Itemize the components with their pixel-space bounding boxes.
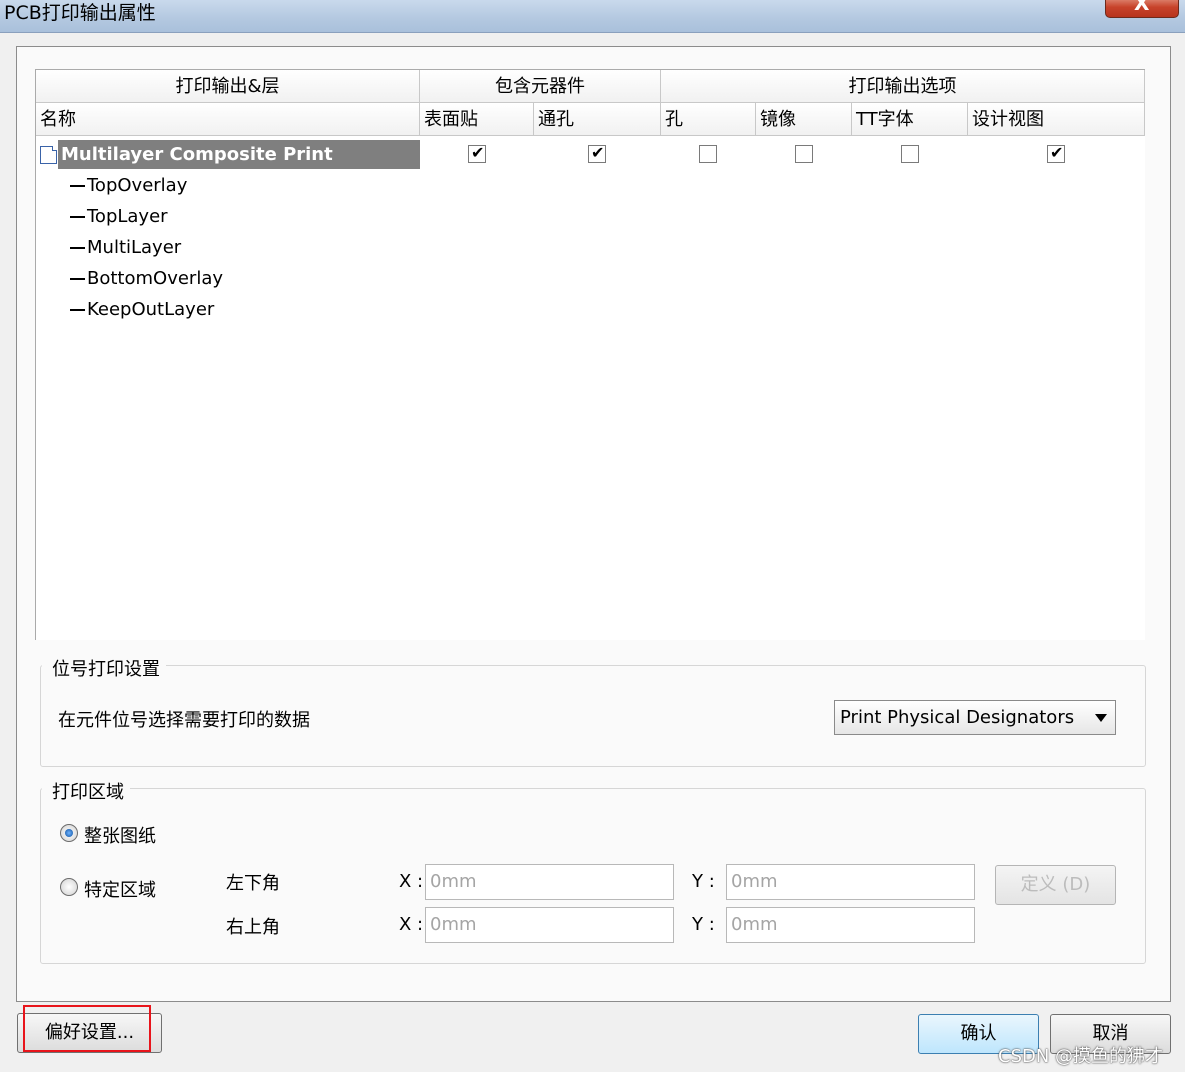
checkbox-tt-fonts[interactable]	[901, 145, 919, 163]
window-title: PCB打印输出属性	[4, 2, 156, 24]
chevron-down-icon	[1095, 714, 1107, 722]
designator-dropdown-value: Print Physical Designators	[840, 707, 1075, 728]
lower-left-y-field[interactable]: 0mm	[726, 864, 975, 900]
column-header-through-hole[interactable]: 通孔	[534, 103, 661, 136]
designator-description: 在元件位号选择需要打印的数据	[58, 710, 310, 731]
upper-right-x-label: X :	[399, 914, 424, 935]
layer-label: KeepOutLayer	[87, 299, 215, 320]
group-header-print-layers[interactable]: 打印输出&层	[36, 70, 420, 103]
upper-right-label: 右上角	[226, 917, 280, 938]
layer-label: TopOverlay	[87, 175, 188, 196]
tree-line-icon	[70, 247, 85, 249]
tree-line-icon	[70, 185, 85, 187]
highlight-annotation-box	[23, 1005, 151, 1052]
printout-name[interactable]: Multilayer Composite Print	[61, 140, 333, 169]
tree-line-icon	[70, 278, 85, 280]
check-mark-icon: ✔	[1050, 143, 1064, 162]
radio-whole-sheet-label[interactable]: 整张图纸	[84, 822, 156, 848]
check-mark-icon: ✔	[471, 143, 485, 162]
title-bar: PCB打印输出属性 X	[0, 0, 1185, 33]
checkbox-through-hole[interactable]: ✔	[588, 143, 606, 163]
layer-label: BottomOverlay	[87, 268, 224, 289]
document-icon	[40, 146, 57, 164]
tree-line-icon	[70, 309, 85, 311]
print-layers-grid: 打印输出&层 包含元器件 打印输出选项 名称 表面贴 通孔 孔 镜像 TT字体 …	[35, 69, 1145, 640]
lower-left-x-label: X :	[399, 871, 424, 892]
column-header-smd[interactable]: 表面贴	[420, 103, 534, 136]
column-header-name[interactable]: 名称	[36, 103, 420, 136]
designator-group-title: 位号打印设置	[42, 655, 166, 681]
lower-left-y-label: Y :	[692, 871, 715, 892]
column-header-holes[interactable]: 孔	[661, 103, 756, 136]
checkbox-design-view[interactable]: ✔	[1047, 143, 1065, 163]
tree-line-icon	[70, 216, 85, 218]
radio-specific-area[interactable]	[60, 878, 78, 896]
lower-left-label: 左下角	[226, 873, 280, 894]
check-mark-icon: ✔	[591, 143, 605, 162]
define-button[interactable]: 定义 (D)	[995, 865, 1116, 905]
column-header-tt-fonts[interactable]: TT字体	[852, 103, 968, 136]
group-header-components[interactable]: 包含元器件	[420, 70, 661, 103]
upper-right-y-label: Y :	[692, 914, 715, 935]
designator-dropdown[interactable]: Print Physical Designators	[834, 700, 1116, 735]
radio-dot-icon	[65, 829, 73, 837]
checkbox-mirror[interactable]	[795, 145, 813, 163]
upper-right-x-field[interactable]: 0mm	[425, 907, 674, 943]
watermark: CSDN @摸鱼的狒才	[998, 1046, 1164, 1067]
layer-label: TopLayer	[87, 206, 168, 227]
column-header-design-view[interactable]: 设计视图	[968, 103, 1145, 136]
checkbox-holes[interactable]	[699, 145, 717, 163]
column-header-mirror[interactable]: 镜像	[756, 103, 852, 136]
print-area-group-title: 打印区域	[42, 778, 130, 804]
group-header-print-options[interactable]: 打印输出选项	[661, 70, 1145, 103]
radio-whole-sheet[interactable]	[60, 824, 78, 842]
close-icon: X	[1134, 0, 1150, 15]
checkbox-smd[interactable]: ✔	[468, 143, 486, 163]
lower-left-x-field[interactable]: 0mm	[425, 864, 674, 900]
close-button[interactable]: X	[1105, 0, 1179, 18]
radio-specific-area-label[interactable]: 特定区域	[84, 876, 156, 902]
layer-label: MultiLayer	[87, 237, 182, 258]
upper-right-y-field[interactable]: 0mm	[726, 907, 975, 943]
